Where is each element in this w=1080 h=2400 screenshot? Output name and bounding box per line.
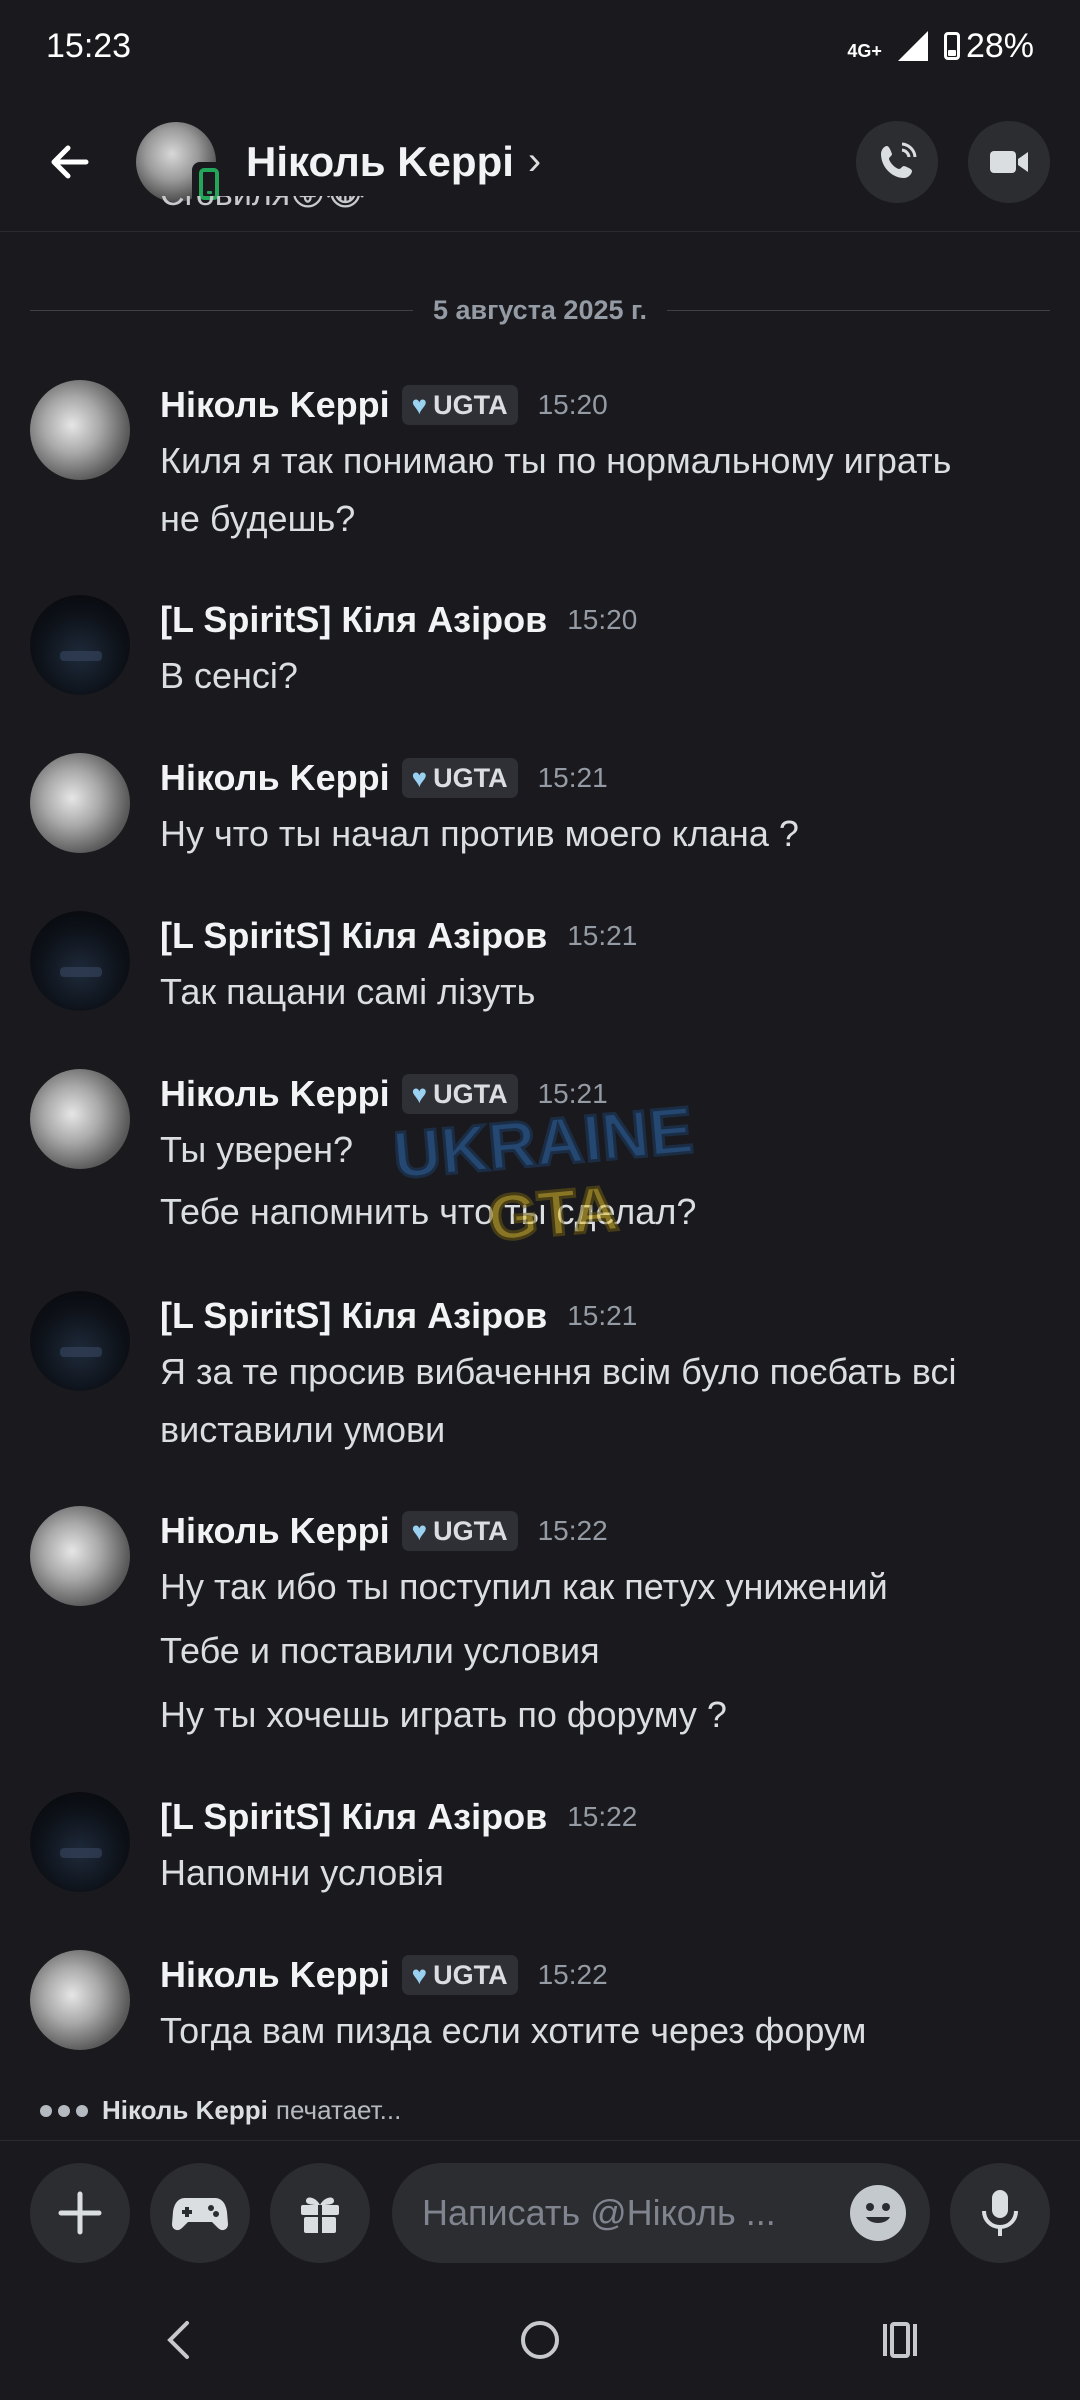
message-time: 15:22 — [537, 1959, 608, 1990]
typing-indicator: Ніколь Keppi печатает... — [40, 2095, 401, 2126]
nav-home-icon[interactable] — [515, 2315, 565, 2365]
message-time: 15:21 — [567, 1300, 638, 1331]
heart-icon: ♥ — [411, 389, 428, 420]
message-author[interactable]: [L SpiritS] Кіля Азіров — [160, 599, 547, 641]
video-call-button[interactable] — [968, 120, 1050, 203]
message-text: Ну что ты начал против моего клана ? — [160, 813, 799, 854]
server-tag[interactable]: ♥ UGTA — [401, 1511, 518, 1551]
date-label: 5 августа 2025 г. — [432, 295, 648, 325]
phone-icon — [881, 142, 917, 178]
message-text: Тебе и поставили условия — [160, 1630, 600, 1671]
message-time: 15:22 — [567, 1801, 638, 1832]
add-attachment-button[interactable] — [30, 2163, 130, 2263]
previous-message-partial: Croвиля😜😂 — [160, 196, 365, 240]
server-tag[interactable]: ♥ UGTA — [401, 1955, 518, 1995]
message-text: Я за те просив вибачення всім було поєба… — [160, 1351, 957, 1392]
status-time: 15:23 — [46, 26, 132, 65]
heart-icon: ♥ — [411, 1959, 428, 1990]
message-text: Ты уверен? — [160, 1129, 353, 1170]
avatar[interactable] — [30, 1950, 130, 2050]
message-text: виставили умови — [160, 1409, 446, 1450]
status-bar: 15:23 4G+ 28% — [0, 0, 1080, 92]
avatar[interactable] — [30, 1069, 130, 1169]
nav-back-icon[interactable] — [155, 2315, 205, 2365]
video-camera-icon — [990, 150, 1028, 173]
message-text: Киля я так понимаю ты по нормальному игр… — [160, 440, 952, 481]
microphone-icon — [982, 2190, 1018, 2236]
message-text: не будешь? — [160, 498, 356, 539]
heart-icon: ♥ — [411, 762, 428, 793]
message-text: В сенсі? — [160, 655, 298, 696]
avatar[interactable] — [30, 380, 130, 480]
heart-icon: ♥ — [411, 1515, 428, 1546]
message-time: 15:21 — [537, 762, 608, 793]
plus-icon — [58, 2191, 102, 2235]
activities-button[interactable] — [150, 2163, 250, 2263]
voice-call-button[interactable] — [856, 120, 938, 203]
gift-button[interactable] — [270, 2163, 370, 2263]
server-tag[interactable]: ♥ UGTA — [401, 385, 518, 425]
svg-text:GTA: GTA — [485, 1172, 621, 1255]
signal-icon — [897, 31, 928, 61]
avatar[interactable] — [30, 1506, 130, 1606]
system-nav-bar — [0, 2280, 1080, 2400]
contact-avatar[interactable] — [136, 121, 226, 206]
contact-name[interactable]: Ніколь Keppi — [246, 138, 514, 186]
message-time: 15:20 — [537, 389, 608, 420]
avatar[interactable] — [30, 753, 130, 853]
message-author[interactable]: Ніколь Keppi — [160, 757, 390, 799]
chevron-right-icon[interactable]: › — [528, 139, 541, 184]
message-text: Ну ты хочешь играть по форуму ? — [160, 1694, 727, 1735]
message-author[interactable]: Ніколь Keppi — [160, 1510, 390, 1552]
battery-icon — [943, 32, 960, 60]
battery-indicator: 28% — [943, 26, 1034, 66]
message-time: 15:21 — [567, 920, 638, 951]
message-author[interactable]: Ніколь Keppi — [160, 384, 390, 426]
nav-recents-icon[interactable] — [875, 2315, 925, 2365]
message-time: 15:20 — [567, 604, 638, 635]
message-author[interactable]: Ніколь Keppi — [160, 1073, 390, 1115]
message-text: Так пацани самі лізуть — [160, 971, 536, 1012]
typing-dots-icon — [40, 2104, 88, 2117]
emoji-picker-icon[interactable] — [850, 2185, 906, 2241]
gamepad-icon — [172, 2198, 228, 2231]
message-author[interactable]: [L SpiritS] Кіля Азіров — [160, 915, 547, 957]
message-time: 15:22 — [537, 1515, 608, 1546]
message-input[interactable]: Написать @Ніколь ... — [392, 2163, 930, 2263]
server-tag[interactable]: ♥ UGTA — [401, 758, 518, 798]
message-author[interactable]: Ніколь Keppi — [160, 1954, 390, 1996]
message-author[interactable]: [L SpiritS] Кіля Азіров — [160, 1295, 547, 1337]
date-divider: 5 августа 2025 г. — [30, 295, 1050, 326]
message-text: Напомни условія — [160, 1852, 444, 1893]
typing-text: печатает... — [275, 2095, 402, 2125]
avatar[interactable] — [30, 595, 130, 695]
voice-message-button[interactable] — [950, 2163, 1050, 2263]
battery-percent: 28% — [965, 26, 1034, 65]
ukraine-gta-watermark: UKRAINE GTA — [395, 1095, 695, 1256]
status-icons: 4G+ 28% — [847, 27, 1034, 66]
gift-icon — [301, 2197, 339, 2233]
message-composer: Написать @Ніколь ... — [0, 2140, 1080, 2280]
avatar[interactable] — [30, 1792, 130, 1892]
arrow-left-icon — [51, 145, 89, 178]
message-author[interactable]: [L SpiritS] Кіля Азіров — [160, 1796, 547, 1838]
message-input-placeholder: Написать @Ніколь ... — [422, 2192, 776, 2233]
avatar[interactable] — [30, 911, 130, 1011]
avatar[interactable] — [30, 1291, 130, 1391]
network-type: 4G+ — [847, 40, 882, 61]
message-text: Тогда вам пизда если хотите через форум — [160, 2010, 867, 2051]
back-button[interactable] — [30, 122, 110, 202]
typing-user: Ніколь Keppi — [102, 2095, 268, 2125]
message-text: Ну так ибо ты поступил как петух унижени… — [160, 1566, 888, 1607]
